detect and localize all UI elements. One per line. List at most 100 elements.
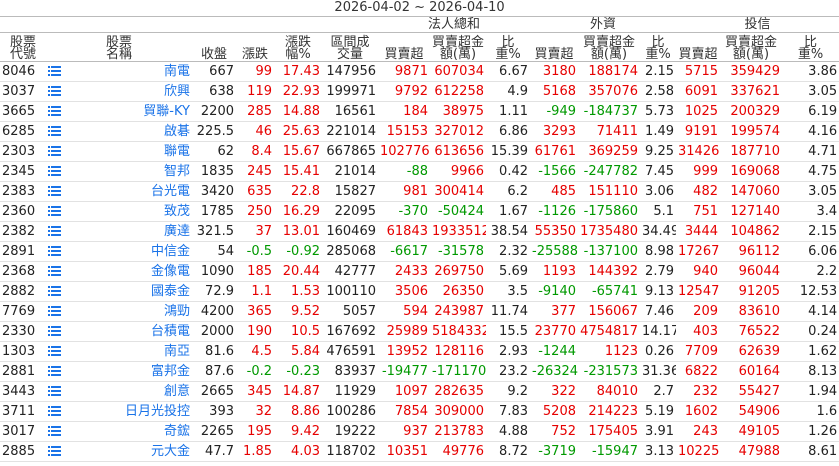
list-icon[interactable] <box>48 286 61 296</box>
col-change-pct[interactable]: 漲跌幅% <box>274 32 322 62</box>
table-row[interactable]: 2885 元大金 47.7 1.85 4.03 118702 10351 49776 8.72-… <box>0 441 839 462</box>
table-row[interactable]: 2891 中信金 54 -0.5 -0.92 285068 -6617 -31578 2.32-… <box>0 241 839 262</box>
stock-name[interactable]: 元大金 <box>46 441 192 462</box>
stock-name-label[interactable]: 聯電 <box>164 144 190 159</box>
stock-name[interactable]: 中信金 <box>46 241 192 262</box>
table-row[interactable]: 7769 鴻勁 4200 365 9.52 5057 594 243987 11.74 377 15… <box>0 301 839 322</box>
table-row[interactable]: 2882 國泰金 72.9 1.1 1.53 100110 3506 26350 3.5 -914… <box>0 281 839 302</box>
stock-name-label[interactable]: 南亞 <box>164 344 190 359</box>
stock-name-label[interactable]: 日月光投控 <box>125 404 190 419</box>
stock-name[interactable]: 國泰金 <box>46 281 192 302</box>
col-foreign-ratio[interactable]: 比重% <box>640 32 676 62</box>
table-row[interactable]: 3037 欣興 638 119 22.93 199971 9792 612258 4.9 5168… <box>0 81 839 102</box>
table-row[interactable]: 2382 廣達 321.5 37 13.01 160469 61843 1933512 38.5… <box>0 221 839 242</box>
stock-name-label[interactable]: 廣達 <box>164 224 190 239</box>
table-row[interactable]: 3711 日月光投控 393 32 8.86 100286 7854 309000 7.83 52… <box>0 401 839 422</box>
close-price: 667 <box>192 61 236 82</box>
list-icon[interactable] <box>48 246 61 256</box>
col-close[interactable]: 收盤 <box>192 32 236 62</box>
list-icon[interactable] <box>48 226 61 236</box>
inst-ratio: 15.39 <box>486 141 530 162</box>
list-icon[interactable] <box>48 146 61 156</box>
trust-amt: 60164 <box>720 361 782 382</box>
stock-name[interactable]: 創意 <box>46 381 192 402</box>
stock-name[interactable]: 鴻勁 <box>46 301 192 322</box>
list-icon[interactable] <box>48 166 61 176</box>
table-row[interactable]: 2383 台光電 3420 635 22.8 15827 981 300414 6.2 485 15… <box>0 181 839 202</box>
list-icon[interactable] <box>48 186 61 196</box>
stock-name-label[interactable]: 台光電 <box>151 184 190 199</box>
col-code[interactable]: 股票代號 <box>0 32 46 62</box>
col-trust-net[interactable]: 買賣超 <box>676 32 720 62</box>
col-trust-ratio[interactable]: 比重% <box>782 32 839 62</box>
table-row[interactable]: 2330 台積電 2000 190 10.5 167692 25989 5184332 15.5… <box>0 321 839 342</box>
stock-name-label[interactable]: 國泰金 <box>151 284 190 299</box>
stock-name[interactable]: 金像電 <box>46 261 192 282</box>
table-row[interactable]: 8046 南電 667 99 17.43 147956 9871 607034 6.67 3180… <box>0 61 839 82</box>
table-row[interactable]: 1303 南亞 81.6 4.5 5.84 476591 13952 128116 2.93 -1… <box>0 341 839 362</box>
col-foreign-net[interactable]: 買賣超 <box>530 32 578 62</box>
col-inst-amt[interactable]: 買賣超金額(萬) <box>430 32 486 62</box>
col-inst-ratio[interactable]: 比重% <box>486 32 530 62</box>
col-name[interactable]: 股票名稱 <box>46 32 192 62</box>
list-icon[interactable] <box>48 406 61 416</box>
list-icon[interactable] <box>48 106 61 116</box>
list-icon[interactable] <box>48 266 61 276</box>
stock-name[interactable]: 貿聯-KY <box>46 101 192 122</box>
list-icon[interactable] <box>48 206 61 216</box>
stock-name[interactable]: 富邦金 <box>46 361 192 382</box>
table-row[interactable]: 3017 奇鋐 2265 195 9.42 19222 937 213783 4.88 752 17… <box>0 421 839 442</box>
col-foreign-amt[interactable]: 買賣超金額(萬) <box>578 32 640 62</box>
list-icon[interactable] <box>48 346 61 356</box>
trust-ratio: 1.6 <box>782 401 839 422</box>
table-row[interactable]: 2881 富邦金 87.6 -0.2 -0.23 83937 -19477 -171170 23… <box>0 361 839 382</box>
col-trust-amt[interactable]: 買賣超金額(萬) <box>720 32 782 62</box>
col-change[interactable]: 漲跌 <box>236 32 274 62</box>
stock-name-label[interactable]: 台積電 <box>151 324 190 339</box>
stock-name-label[interactable]: 鴻勁 <box>164 304 190 319</box>
table-row[interactable]: 3443 創意 2665 345 14.87 11929 1097 282635 9.2 322 8… <box>0 381 839 402</box>
stock-name[interactable]: 致茂 <box>46 201 192 222</box>
list-icon[interactable] <box>48 126 61 136</box>
stock-name[interactable]: 啟碁 <box>46 121 192 142</box>
list-icon[interactable] <box>48 446 61 456</box>
list-icon[interactable] <box>48 386 61 396</box>
list-icon[interactable] <box>48 426 61 436</box>
stock-code: 3443 <box>0 381 46 402</box>
list-icon[interactable] <box>48 326 61 336</box>
col-volume[interactable]: 區間成交量 <box>322 32 378 62</box>
table-row[interactable]: 2303 聯電 62 8.4 15.67 667865 102776 613656 15.39 6… <box>0 141 839 162</box>
stock-name-label[interactable]: 致茂 <box>164 204 190 219</box>
stock-name[interactable]: 廣達 <box>46 221 192 242</box>
list-icon[interactable] <box>48 306 61 316</box>
col-inst-net[interactable]: 買賣超 <box>378 32 430 62</box>
list-icon[interactable] <box>48 66 61 76</box>
stock-name[interactable]: 智邦 <box>46 161 192 182</box>
list-icon[interactable] <box>48 366 61 376</box>
stock-name[interactable]: 聯電 <box>46 141 192 162</box>
stock-name[interactable]: 南亞 <box>46 341 192 362</box>
table-row[interactable]: 3665 貿聯-KY 2200 285 14.88 16561 184 38975 1.11 -9… <box>0 101 839 122</box>
stock-name[interactable]: 台光電 <box>46 181 192 202</box>
stock-name[interactable]: 奇鋐 <box>46 421 192 442</box>
stock-name-label[interactable]: 富邦金 <box>151 364 190 379</box>
stock-name-label[interactable]: 中信金 <box>151 244 190 259</box>
stock-name-label[interactable]: 奇鋐 <box>164 424 190 439</box>
stock-name-label[interactable]: 智邦 <box>164 164 190 179</box>
table-row[interactable]: 6285 啟碁 225.5 46 25.63 221014 15153 327012 6.86 3… <box>0 121 839 142</box>
stock-name-label[interactable]: 南電 <box>164 64 190 79</box>
stock-name[interactable]: 南電 <box>46 61 192 82</box>
stock-name-label[interactable]: 創意 <box>164 384 190 399</box>
stock-name-label[interactable]: 啟碁 <box>164 124 190 139</box>
table-row[interactable]: 2360 致茂 1785 250 16.29 22095 -370 -50424 1.67 -11… <box>0 201 839 222</box>
stock-name-label[interactable]: 欣興 <box>164 84 190 99</box>
table-row[interactable]: 2345 智邦 1835 245 15.41 21014 -88 9966 0.42 -1566-… <box>0 161 839 182</box>
stock-name[interactable]: 台積電 <box>46 321 192 342</box>
stock-name[interactable]: 欣興 <box>46 81 192 102</box>
stock-name-label[interactable]: 元大金 <box>151 444 190 459</box>
stock-name-label[interactable]: 貿聯-KY <box>143 104 190 119</box>
list-icon[interactable] <box>48 86 61 96</box>
table-row[interactable]: 2368 金像電 1090 185 20.44 42777 2433 269750 5.69 11… <box>0 261 839 282</box>
stock-name[interactable]: 日月光投控 <box>46 401 192 422</box>
stock-name-label[interactable]: 金像電 <box>151 264 190 279</box>
